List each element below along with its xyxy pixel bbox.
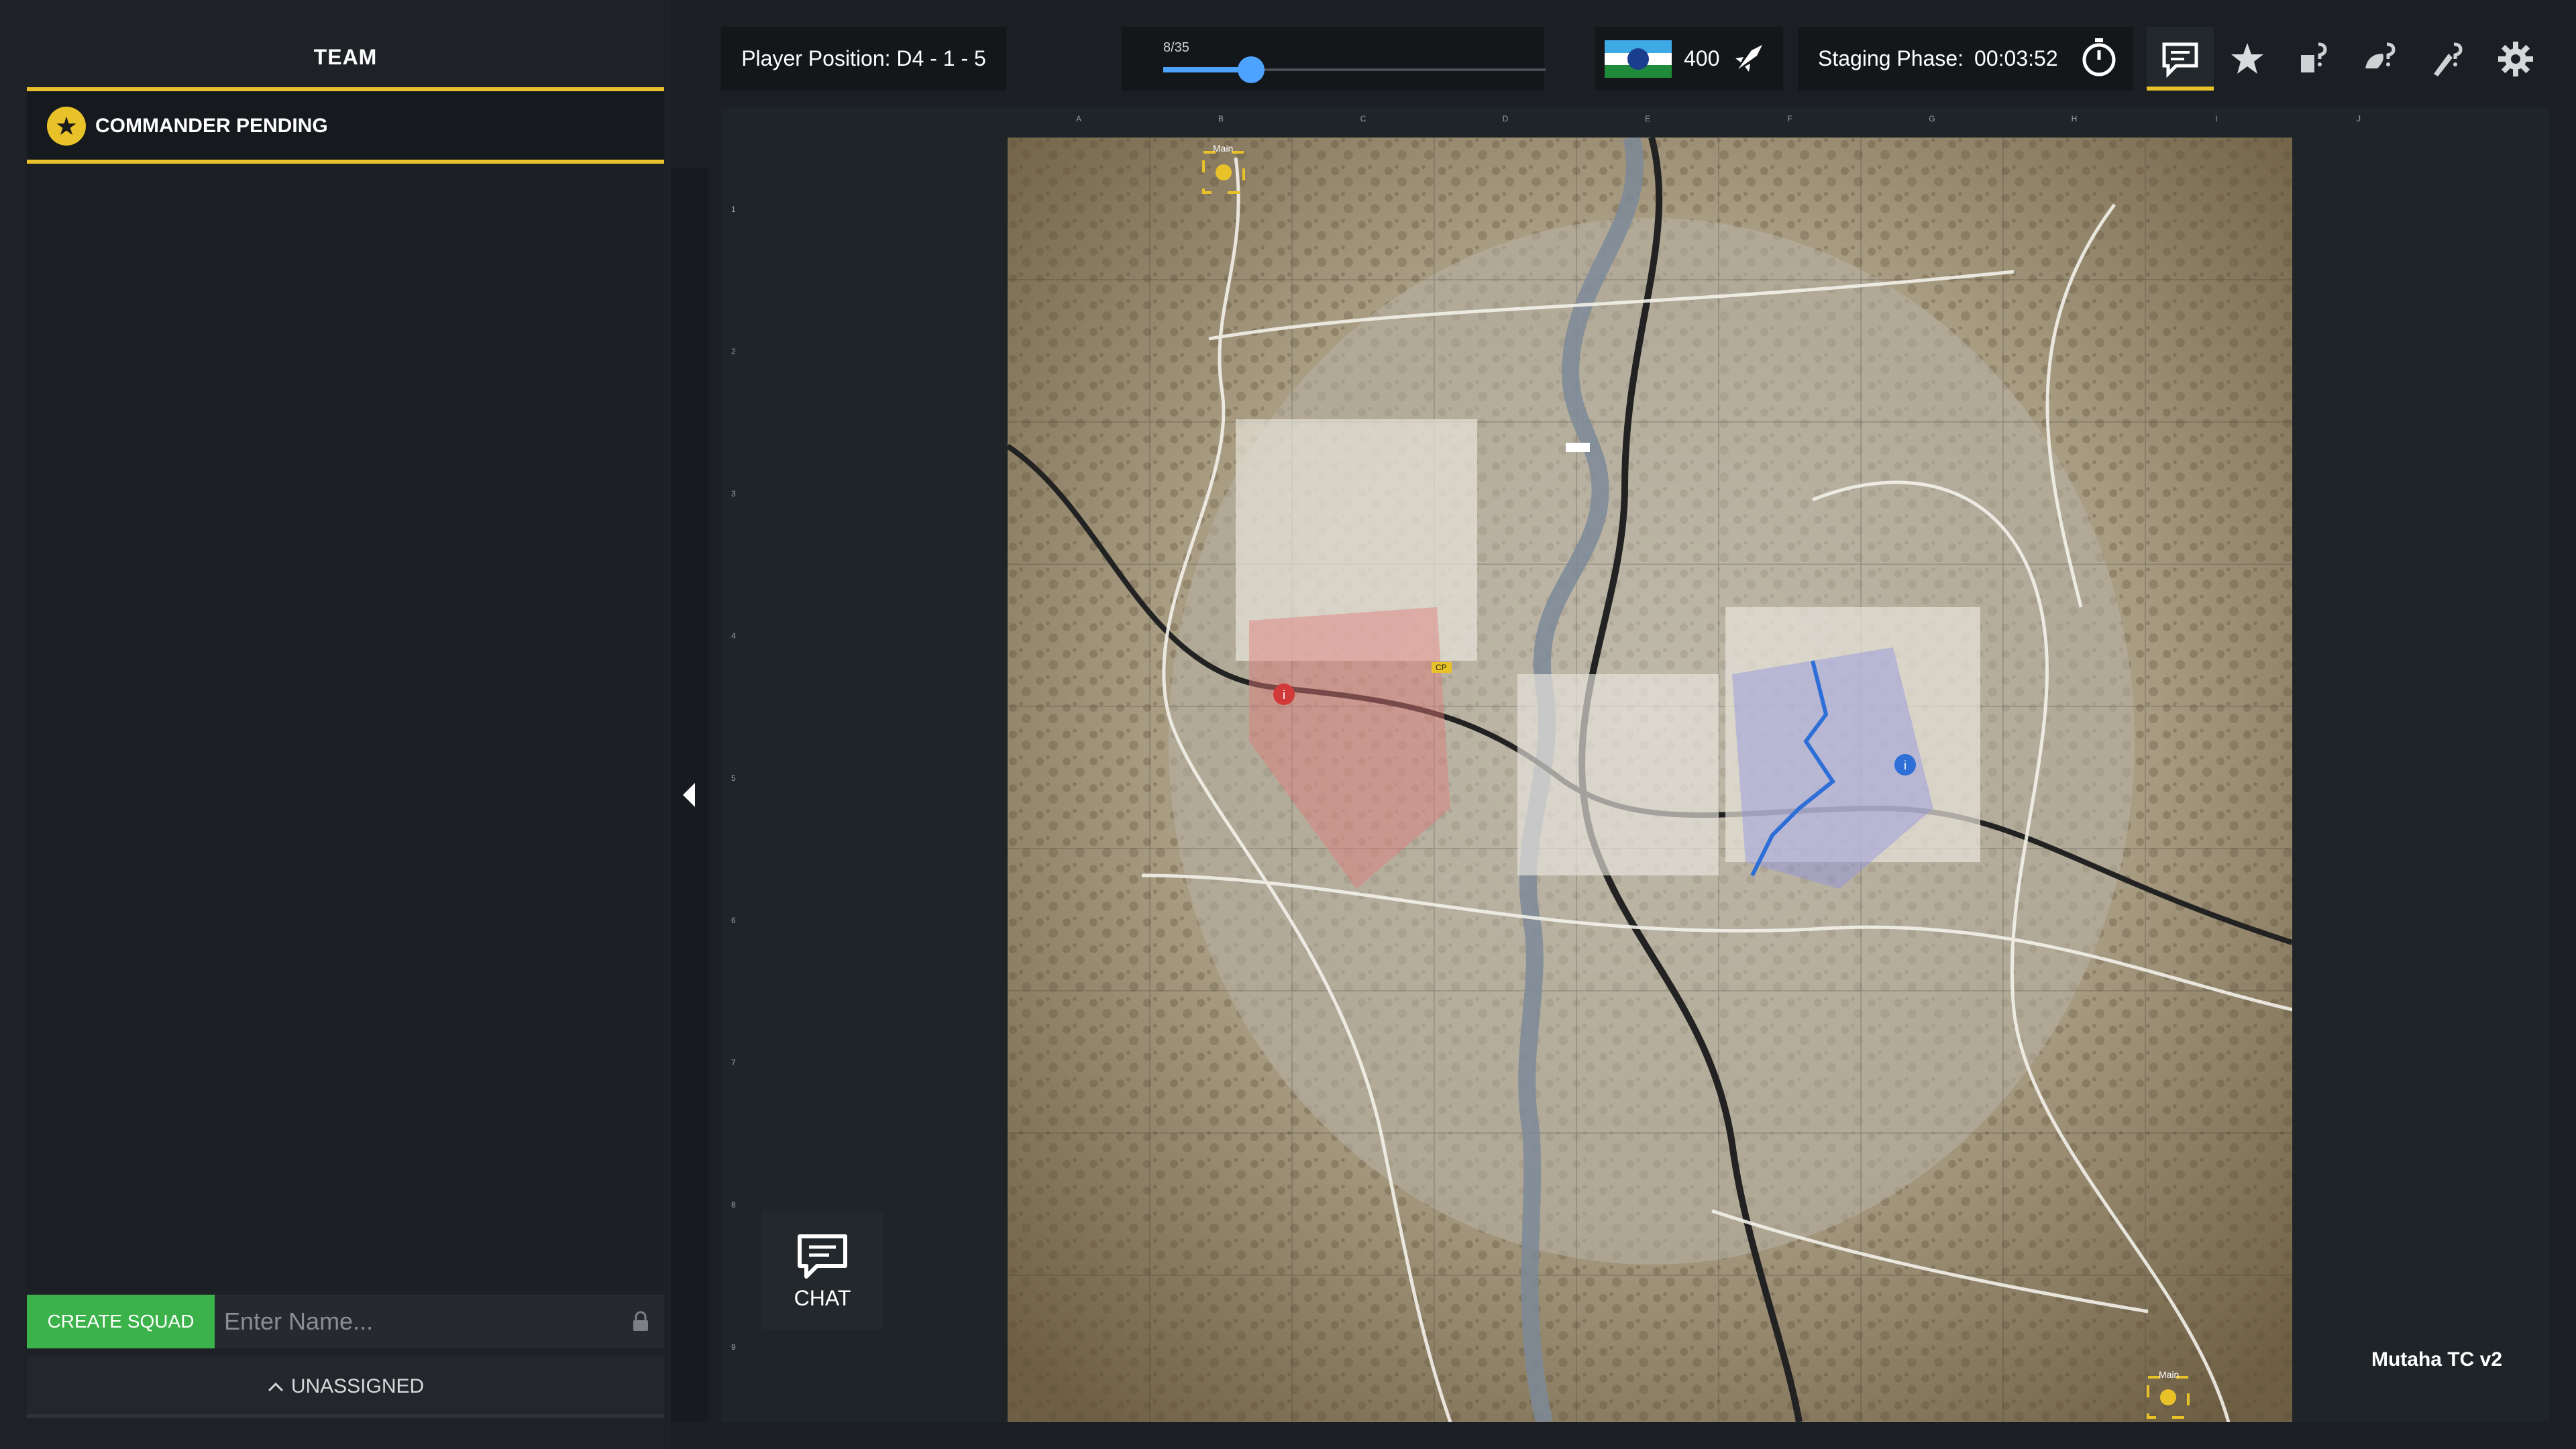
player-position: Player Position: D4 - 1 - 5: [721, 27, 1006, 91]
capture-point-label: CP: [1436, 663, 1447, 672]
main-base-south-label: Main: [2159, 1369, 2180, 1380]
bridge-icon: [1566, 443, 1590, 452]
faction-flag-icon: [1605, 40, 1672, 78]
collapse-panel-button[interactable]: [671, 765, 708, 825]
staging-timer: 00:03:52: [1974, 46, 2058, 70]
create-squad-row: CREATE SQUAD: [27, 1295, 664, 1348]
map-column-label: E: [1644, 114, 1650, 123]
tactical-map[interactable]: i i Main Main CP: [1008, 138, 2292, 1422]
map-column-label: J: [2357, 114, 2361, 123]
map-column-label: H: [2071, 114, 2078, 123]
lock-icon[interactable]: [617, 1295, 664, 1348]
map-column-label: A: [1075, 114, 1081, 123]
team-title: TEAM: [313, 44, 378, 69]
chevron-up-icon: [267, 1375, 284, 1398]
tickets-box: 400: [1595, 27, 1783, 91]
commander-label: COMMANDER PENDING: [95, 115, 328, 137]
ticket-count: 400: [1684, 46, 1720, 70]
create-squad-button[interactable]: CREATE SQUAD: [27, 1295, 215, 1348]
map-column-label: C: [1360, 114, 1366, 123]
chat-button[interactable]: CHAT: [762, 1211, 883, 1330]
squad-list: [27, 164, 664, 1291]
svg-text:i: i: [1283, 688, 1285, 702]
blue-objective-marker[interactable]: i: [1894, 754, 1916, 775]
request-support-button[interactable]: [2348, 27, 2415, 91]
red-objective-marker[interactable]: i: [1273, 684, 1295, 705]
staging-label: Staging Phase:: [1818, 46, 1964, 70]
slider-handle[interactable]: [1238, 56, 1265, 83]
commander-star-icon: ★: [47, 107, 86, 146]
map-row-label: 3: [731, 489, 736, 498]
map-toolbar: [2147, 27, 2576, 91]
request-ammo-button[interactable]: [2415, 27, 2482, 91]
map-column-label: G: [1929, 114, 1935, 123]
player-count-slider[interactable]: 8/35: [1122, 27, 1546, 91]
stopwatch-icon: [2081, 37, 2117, 80]
chat-label: CHAT: [794, 1285, 851, 1310]
svg-text:i: i: [1904, 759, 1907, 772]
staging-phase-box: Staging Phase: 00:03:52: [1798, 27, 2133, 91]
question-hand-icon: [2301, 42, 2327, 72]
request-help-button[interactable]: [2281, 27, 2348, 91]
squad-name-input[interactable]: [215, 1295, 617, 1348]
map-column-label: B: [1218, 114, 1224, 123]
map-row-label: 1: [731, 205, 736, 214]
map-name: Mutaha TC v2: [2371, 1348, 2502, 1371]
chat-toggle-button[interactable]: [2147, 27, 2214, 91]
rocket-icon: [1731, 38, 1769, 79]
map-column-label: D: [1502, 114, 1509, 123]
star-icon: [2231, 42, 2263, 74]
commander-row[interactable]: ★ COMMANDER PENDING: [27, 91, 664, 161]
question-ammo-icon: [2434, 42, 2463, 76]
map-column-label: I: [2215, 114, 2218, 123]
map-row-label: 4: [731, 631, 736, 641]
map-row-label: 6: [731, 916, 736, 925]
map-row-label: 7: [731, 1058, 736, 1067]
settings-button[interactable]: [2482, 27, 2549, 91]
favorite-button[interactable]: [2214, 27, 2281, 91]
chevron-left-icon: [683, 783, 695, 807]
main-base-north-label: Main: [1213, 143, 1234, 154]
question-helmet-icon: [2365, 42, 2396, 68]
map-column-label: F: [1787, 114, 1792, 123]
gear-icon: [2498, 41, 2533, 76]
map-row-label: 2: [731, 347, 736, 356]
slider-label: 8/35: [1163, 40, 1189, 55]
unassigned-label: UNASSIGNED: [290, 1375, 425, 1397]
unassigned-toggle[interactable]: UNASSIGNED: [27, 1356, 664, 1417]
chat-icon: [2162, 42, 2198, 78]
unassigned-underline: [27, 1414, 664, 1418]
map-row-label: 5: [731, 773, 736, 783]
map-row-label: 8: [731, 1200, 736, 1210]
chat-bubble-icon: [798, 1234, 847, 1279]
map-row-label: 9: [731, 1342, 736, 1352]
